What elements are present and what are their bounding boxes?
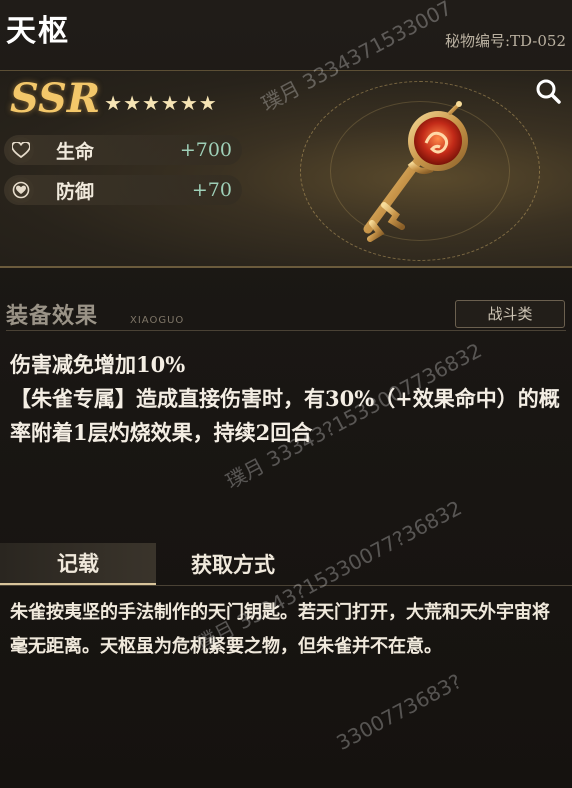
divider — [6, 330, 566, 331]
rarity-text: SSR — [10, 75, 101, 122]
stat-label: 生命 — [56, 140, 95, 163]
rarity-badge: SSR ★★★★★★ — [10, 79, 218, 119]
effect-line: 【朱雀专属】造成直接伤害时，有30%（+效果命中）的概率附着1层灼烧效果，持续2… — [10, 386, 560, 445]
divider — [0, 585, 572, 586]
item-title: 天枢 — [6, 14, 70, 49]
stat-defense: 防御 +70 — [4, 175, 242, 205]
watermark: 3300773683? — [332, 669, 466, 755]
stat-value: +700 — [179, 139, 232, 161]
lore-text: 朱雀按夷坚的手法制作的天门钥匙。若天门打开，大荒和天外宇宙将毫无距离。天枢虽为危… — [10, 602, 550, 657]
stat-label: 防御 — [56, 180, 95, 203]
tab-bar: 记载 获取方式 — [0, 543, 572, 585]
effect-line: 伤害减免增加10% — [10, 352, 186, 377]
item-detail-page: 天枢 秘物编号:TD-052 SSR ★★★★★★ 生命 +700 防御 +70 — [0, 0, 572, 788]
stat-value: +70 — [191, 179, 232, 201]
shield-heart-icon — [8, 177, 34, 203]
equipment-effect-subtitle: XIAOGUO — [130, 315, 185, 326]
star-rating: ★★★★★★ — [104, 91, 218, 115]
heart-icon — [8, 137, 34, 163]
key-item-icon — [363, 101, 468, 242]
equipment-effect-text: 伤害减免增加10% 【朱雀专属】造成直接伤害时，有30%（+效果命中）的概率附着… — [10, 348, 560, 450]
magnifier-icon[interactable] — [534, 77, 562, 105]
tab-record[interactable]: 记载 — [0, 543, 156, 585]
equipment-effect-title: 装备效果 — [6, 303, 99, 329]
hero-card: SSR ★★★★★★ 生命 +700 防御 +70 — [0, 70, 572, 268]
tab-acquisition[interactable]: 获取方式 — [158, 543, 308, 585]
item-serial-number: 秘物编号:TD-052 — [444, 32, 566, 50]
stat-hp: 生命 +700 — [4, 135, 242, 165]
category-badge: 战斗类 — [455, 300, 565, 328]
